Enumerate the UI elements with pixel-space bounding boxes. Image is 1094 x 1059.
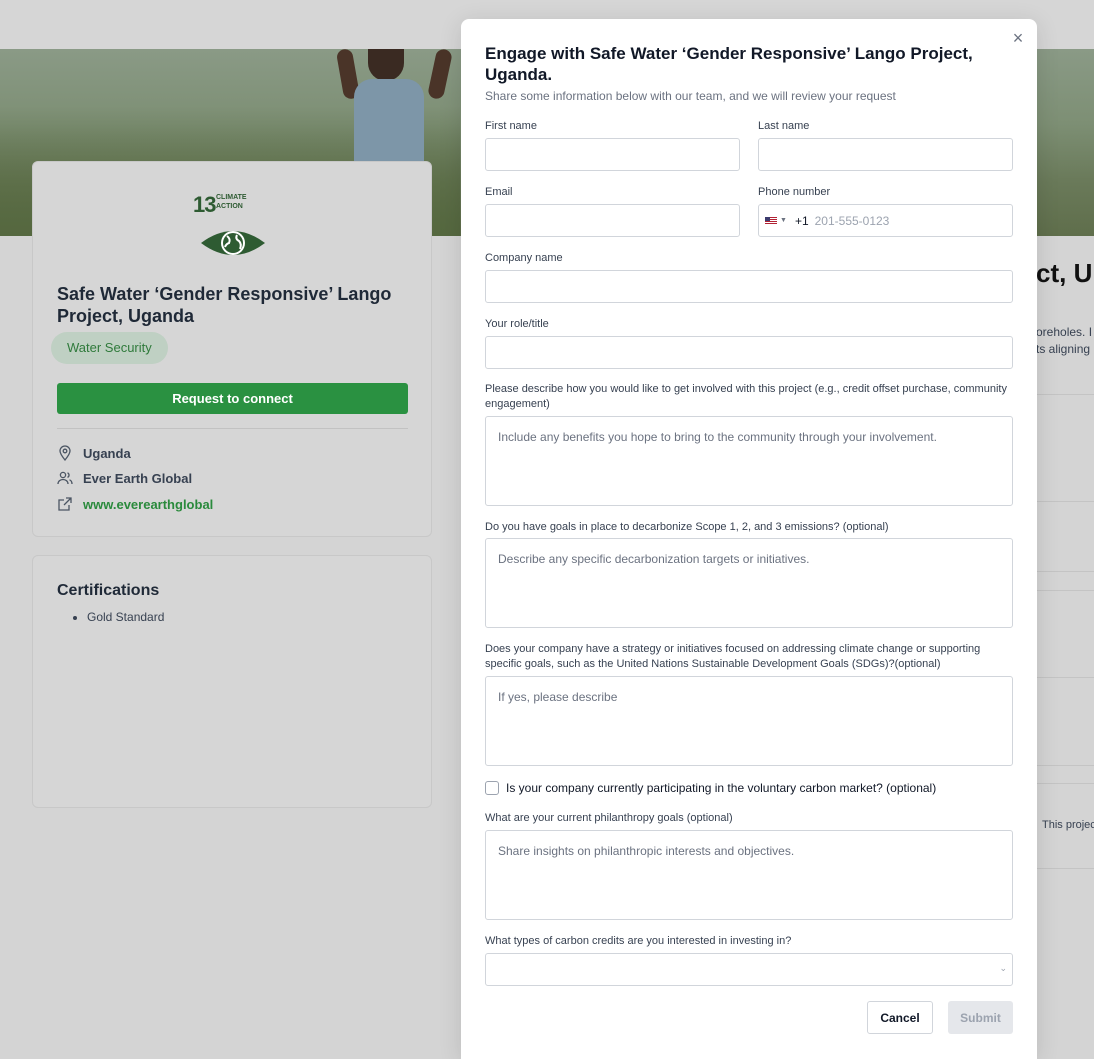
email-field[interactable] (485, 204, 740, 237)
certifications-list: Gold Standard (87, 610, 164, 624)
phone-number-input[interactable] (814, 213, 995, 228)
strategy-textarea[interactable] (485, 676, 1013, 766)
request-to-connect-button[interactable]: Request to connect (57, 383, 408, 414)
divider (1036, 783, 1094, 784)
email-label: Email (485, 186, 513, 198)
category-tag: Water Security (51, 332, 168, 364)
voluntary-market-label: Is your company currently participating … (506, 781, 937, 795)
list-item: Gold Standard (87, 610, 164, 624)
divider (57, 428, 408, 429)
company-label: Company name (485, 252, 563, 264)
certifications-card: Certifications Gold Standard (32, 555, 432, 808)
divider (1036, 590, 1094, 591)
last-name-label: Last name (758, 120, 810, 132)
divider (1036, 501, 1094, 502)
cancel-button[interactable]: Cancel (867, 1001, 933, 1034)
project-summary-card: 13 CLIMATE ACTION Safe Water ‘Gender Resp… (32, 161, 432, 537)
role-label: Your role/title (485, 318, 549, 330)
chevron-down-icon[interactable]: ▼ (780, 217, 787, 224)
users-icon (57, 471, 73, 485)
company-name-input[interactable] (485, 270, 1013, 303)
certifications-title: Certifications (57, 582, 160, 599)
modal-subtitle: Share some information below with our te… (485, 89, 896, 103)
website-link[interactable]: www.everearthglobal (57, 496, 213, 512)
phone-label: Phone number (758, 186, 831, 198)
divider (1036, 571, 1094, 572)
chevron-down-icon: ⌄ (999, 963, 1007, 973)
page-title-fragment: ct, U (1036, 258, 1093, 288)
submit-button[interactable]: Submit (948, 1001, 1013, 1034)
location-row: Uganda (57, 445, 131, 461)
strategy-label: Does your company have a strategy or ini… (485, 643, 981, 670)
developer-row: Ever Earth Global (57, 470, 192, 486)
philanthropy-label: What are your current philanthropy goals… (485, 812, 733, 824)
credit-types-select[interactable]: ⌄ (485, 953, 1013, 986)
first-name-label: First name (485, 120, 537, 132)
decarbonize-textarea[interactable] (485, 538, 1013, 628)
divider (1036, 765, 1094, 766)
divider (1036, 677, 1094, 678)
last-name-input[interactable] (758, 138, 1013, 171)
divider (1036, 394, 1094, 395)
philanthropy-textarea[interactable] (485, 830, 1013, 920)
country-code: +1 (794, 213, 809, 228)
decarbonize-label: Do you have goals in place to decarboniz… (485, 521, 889, 533)
first-name-input[interactable] (485, 138, 740, 171)
external-link-icon (58, 497, 72, 511)
involvement-textarea[interactable] (485, 416, 1013, 506)
map-pin-icon (59, 445, 71, 461)
modal-title: Engage with Safe Water ‘Gender Responsiv… (485, 44, 973, 84)
involvement-label: Please describe how you would like to ge… (485, 383, 1007, 410)
description-fragment: This projec (1042, 819, 1094, 831)
sdg-label: CLIMATE ACTION (216, 194, 247, 210)
voluntary-market-row: Is your company currently participating … (485, 781, 936, 795)
role-title-input[interactable] (485, 336, 1013, 369)
description-fragment: oreholes. I ts aligning (1036, 325, 1093, 356)
project-title: Safe Water ‘Gender Responsive’ Lango Pro… (57, 284, 392, 326)
us-flag-icon[interactable] (765, 216, 777, 225)
sdg-number: 13 (193, 192, 217, 217)
engage-modal: × Engage with Safe Water ‘Gender Respons… (461, 19, 1037, 1059)
credit-types-label: What types of carbon credits are you int… (485, 935, 792, 947)
voluntary-market-checkbox[interactable] (485, 781, 499, 795)
phone-field: ▼ +1 (758, 204, 1013, 237)
eye-globe-icon (201, 231, 265, 255)
divider (1036, 868, 1094, 869)
